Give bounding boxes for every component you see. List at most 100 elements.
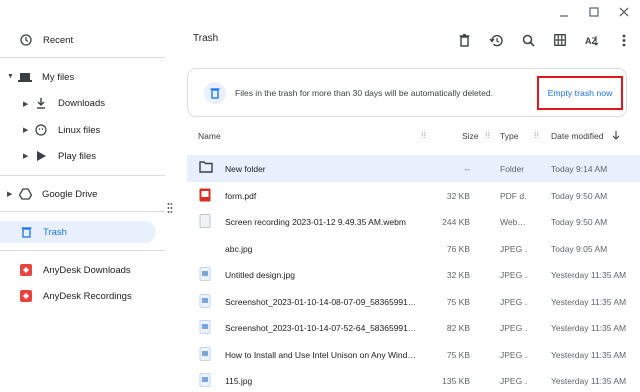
file-date: Today 9:05 AM xyxy=(551,243,608,254)
column-header-type[interactable]: Type xyxy=(500,131,518,141)
file-list: New folder -- Folder Today 9:14 AM form.pdf 3… xyxy=(187,155,640,392)
file-type: JPEG … xyxy=(500,323,528,333)
table-row[interactable]: 115.jpg 135 KB JPEG … Yesterday 11:35 AM xyxy=(187,367,640,392)
sidebar-divider xyxy=(0,250,165,251)
banner-message: Files in the trash for more than 30 days… xyxy=(235,88,493,98)
image-file-icon xyxy=(199,373,213,387)
pdf-file-icon xyxy=(199,188,213,202)
file-date: Yesterday 11:35 AM xyxy=(551,296,627,307)
file-name: 115.jpg xyxy=(225,376,253,386)
file-size: 135 KB xyxy=(442,376,470,386)
sidebar-divider xyxy=(0,175,165,176)
file-type: JPEG … xyxy=(500,376,528,386)
trash-info-banner: Files in the trash for more than 30 days… xyxy=(187,68,627,117)
file-type: JPEG … xyxy=(500,296,528,307)
table-row[interactable]: New folder -- Folder Today 9:14 AM xyxy=(187,155,640,182)
table-row[interactable]: abc.jpg 76 KB JPEG … Today 9:05 AM xyxy=(187,235,640,262)
file-name: Screenshot_2023-01-10-14-07-52-64_583659… xyxy=(225,323,415,333)
table-row[interactable]: Screenshot_2023-01-10-14-07-52-64_583659… xyxy=(187,314,640,341)
sidebar-resize-handle[interactable] xyxy=(167,201,173,213)
column-resize-icon[interactable]: ⁞⁞ xyxy=(485,130,490,140)
download-icon xyxy=(34,96,48,110)
toolbar: AZ xyxy=(448,30,640,50)
sidebar-item-label: My files xyxy=(42,71,75,83)
anydesk-icon xyxy=(19,289,33,303)
column-resize-icon[interactable]: ⁞⁞ xyxy=(534,130,539,140)
file-size: 32 KB xyxy=(446,270,470,280)
sidebar-item-anydesk-downloads[interactable]: AnyDesk Downloads xyxy=(0,259,156,281)
file-name: form.pdf xyxy=(225,190,257,201)
video-file-icon xyxy=(199,214,213,228)
image-file-icon xyxy=(199,320,213,334)
sidebar-item-anydesk-recordings[interactable]: AnyDesk Recordings xyxy=(0,285,156,307)
file-date: Yesterday 11:35 AM xyxy=(551,323,627,333)
file-type: JPEG … xyxy=(500,243,528,254)
google-drive-icon xyxy=(18,187,32,201)
file-type: Web… xyxy=(500,217,526,227)
delete-icon[interactable] xyxy=(448,30,480,50)
file-type: JPEG … xyxy=(500,270,528,280)
file-date: Yesterday 11:35 AM xyxy=(551,349,627,360)
file-size: 75 KB xyxy=(446,349,470,360)
file-type: Folder xyxy=(500,164,525,174)
sort-icon[interactable]: AZ xyxy=(576,30,608,50)
folder-icon xyxy=(199,161,213,175)
image-file-icon xyxy=(199,346,213,361)
file-type: JPEG … xyxy=(500,349,528,360)
file-thumbnail xyxy=(199,241,213,255)
sidebar-item-label: Trash xyxy=(43,226,67,238)
file-date: Yesterday 11:35 AM xyxy=(551,376,627,386)
file-name: Screen recording 2023-01-12 9.49.35 AM.w… xyxy=(225,217,406,227)
sidebar-item-label: Downloads xyxy=(58,97,105,109)
main-panel: Trash AZ Files in the trash for more tha… xyxy=(178,0,640,392)
sidebar-item-linux-files[interactable]: Linux files xyxy=(0,119,156,141)
file-size: -- xyxy=(464,164,470,174)
restore-icon[interactable] xyxy=(480,30,512,50)
file-type: PDF d… xyxy=(500,190,528,201)
file-name: How to Install and Use Intel Unison on A… xyxy=(225,349,415,360)
sidebar-item-label: AnyDesk Recordings xyxy=(43,290,132,302)
table-header: Name ⁞⁞ Size ⁞⁞ Type ⁞⁞ Date modified xyxy=(187,126,640,146)
file-date: Today 9:14 AM xyxy=(551,164,608,174)
sidebar-item-label: Play files xyxy=(58,150,97,162)
file-name: Screenshot_2023-01-10-14-08-07-09_583659… xyxy=(225,296,415,307)
file-date: Yesterday 11:35 AM xyxy=(551,270,627,280)
empty-trash-button[interactable]: Empty trash now xyxy=(537,76,623,110)
file-size: 32 KB xyxy=(446,190,470,201)
sidebar-item-google-drive[interactable]: Google Drive xyxy=(0,183,156,205)
sidebar: Recent ▼ My files ▶ Downloads ▶ Linux fi… xyxy=(0,0,165,392)
table-row[interactable]: How to Install and Use Intel Unison on A… xyxy=(187,341,640,368)
sidebar-item-label: Google Drive xyxy=(42,188,98,200)
sidebar-item-my-files[interactable]: My files xyxy=(0,66,156,88)
file-name: abc.jpg xyxy=(225,243,253,254)
page-title: Trash xyxy=(193,33,219,44)
search-icon[interactable] xyxy=(512,30,544,50)
image-file-icon xyxy=(199,293,213,308)
laptop-icon xyxy=(18,70,32,84)
file-size: 82 KB xyxy=(446,323,470,333)
column-header-name[interactable]: Name xyxy=(198,131,221,141)
more-icon[interactable] xyxy=(608,30,640,50)
sidebar-divider xyxy=(0,57,165,58)
sidebar-item-recent[interactable]: Recent xyxy=(0,29,156,51)
sort-arrow-icon[interactable] xyxy=(612,130,620,142)
column-resize-icon[interactable]: ⁞⁞ xyxy=(421,130,426,140)
sidebar-item-play-files[interactable]: Play files xyxy=(0,145,156,167)
grid-view-icon[interactable] xyxy=(544,30,576,50)
file-date: Today 9:50 AM xyxy=(551,190,608,201)
file-name: New folder xyxy=(225,164,266,174)
sidebar-item-downloads[interactable]: Downloads xyxy=(0,92,156,114)
column-header-size[interactable]: Size xyxy=(462,131,479,141)
column-header-date[interactable]: Date modified xyxy=(551,131,603,141)
table-row[interactable]: Screen recording 2023-01-12 9.49.35 AM.w… xyxy=(187,208,640,235)
clock-icon xyxy=(19,33,33,47)
file-name: Untitled design.jpg xyxy=(225,270,295,280)
table-row[interactable]: form.pdf 32 KB PDF d… Today 9:50 AM xyxy=(187,182,640,209)
table-row[interactable]: Screenshot_2023-01-10-14-08-07-09_583659… xyxy=(187,288,640,315)
sidebar-divider xyxy=(0,211,165,212)
file-size: 76 KB xyxy=(446,243,470,254)
image-file-icon xyxy=(199,267,213,281)
trash-icon xyxy=(204,82,226,104)
sidebar-item-trash[interactable]: Trash xyxy=(0,221,156,243)
table-row[interactable]: Untitled design.jpg 32 KB JPEG … Yesterday … xyxy=(187,261,640,288)
